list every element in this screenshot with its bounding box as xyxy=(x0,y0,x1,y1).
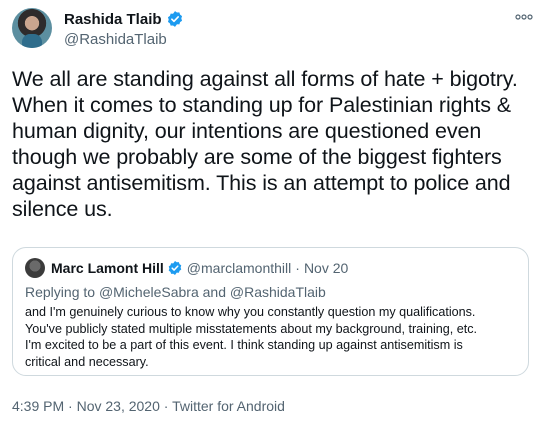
author-handle[interactable]: @RashidaTlaib xyxy=(64,31,167,48)
replying-to-handles[interactable]: @MicheleSabra and @RashidaTlaib xyxy=(99,284,326,300)
tweet-text: We all are standing against all forms of… xyxy=(12,67,518,221)
quoted-header: Marc Lamont Hill @marclamonthill · Nov 2… xyxy=(25,258,348,278)
avatar-shirt xyxy=(22,34,42,48)
footer-separator: · xyxy=(68,398,73,414)
author-name[interactable]: Rashida Tlaib xyxy=(64,11,162,28)
tweet-date[interactable]: Nov 23, 2020 xyxy=(77,398,160,414)
quoted-avatar[interactable] xyxy=(25,258,45,278)
quoted-author-handle[interactable]: @marclamonthill xyxy=(187,260,291,276)
quoted-author-name[interactable]: Marc Lamont Hill xyxy=(51,260,164,276)
quoted-replying-to: Replying to @MicheleSabra and @RashidaTl… xyxy=(25,284,326,300)
author-avatar[interactable] xyxy=(12,8,52,48)
quoted-separator: · xyxy=(295,260,300,276)
tweet-source[interactable]: Twitter for Android xyxy=(172,398,285,414)
verified-badge-icon xyxy=(167,11,182,27)
tweet-card: Rashida Tlaib @RashidaTlaib We all are s… xyxy=(0,0,551,426)
quoted-text: and I'm genuinely curious to know why yo… xyxy=(25,305,478,369)
quoted-date[interactable]: Nov 20 xyxy=(304,260,348,276)
tweet-footer: 4:39 PM · Nov 23, 2020 · Twitter for And… xyxy=(12,398,285,414)
verified-badge-icon xyxy=(168,261,182,275)
more-options-icon[interactable] xyxy=(513,8,535,26)
quoted-tweet[interactable]: Marc Lamont Hill @marclamonthill · Nov 2… xyxy=(12,247,529,376)
tweet-time[interactable]: 4:39 PM xyxy=(12,398,64,414)
replying-to-prefix: Replying to xyxy=(25,284,99,300)
author-name-row: Rashida Tlaib xyxy=(64,10,184,28)
footer-separator: · xyxy=(163,398,169,414)
